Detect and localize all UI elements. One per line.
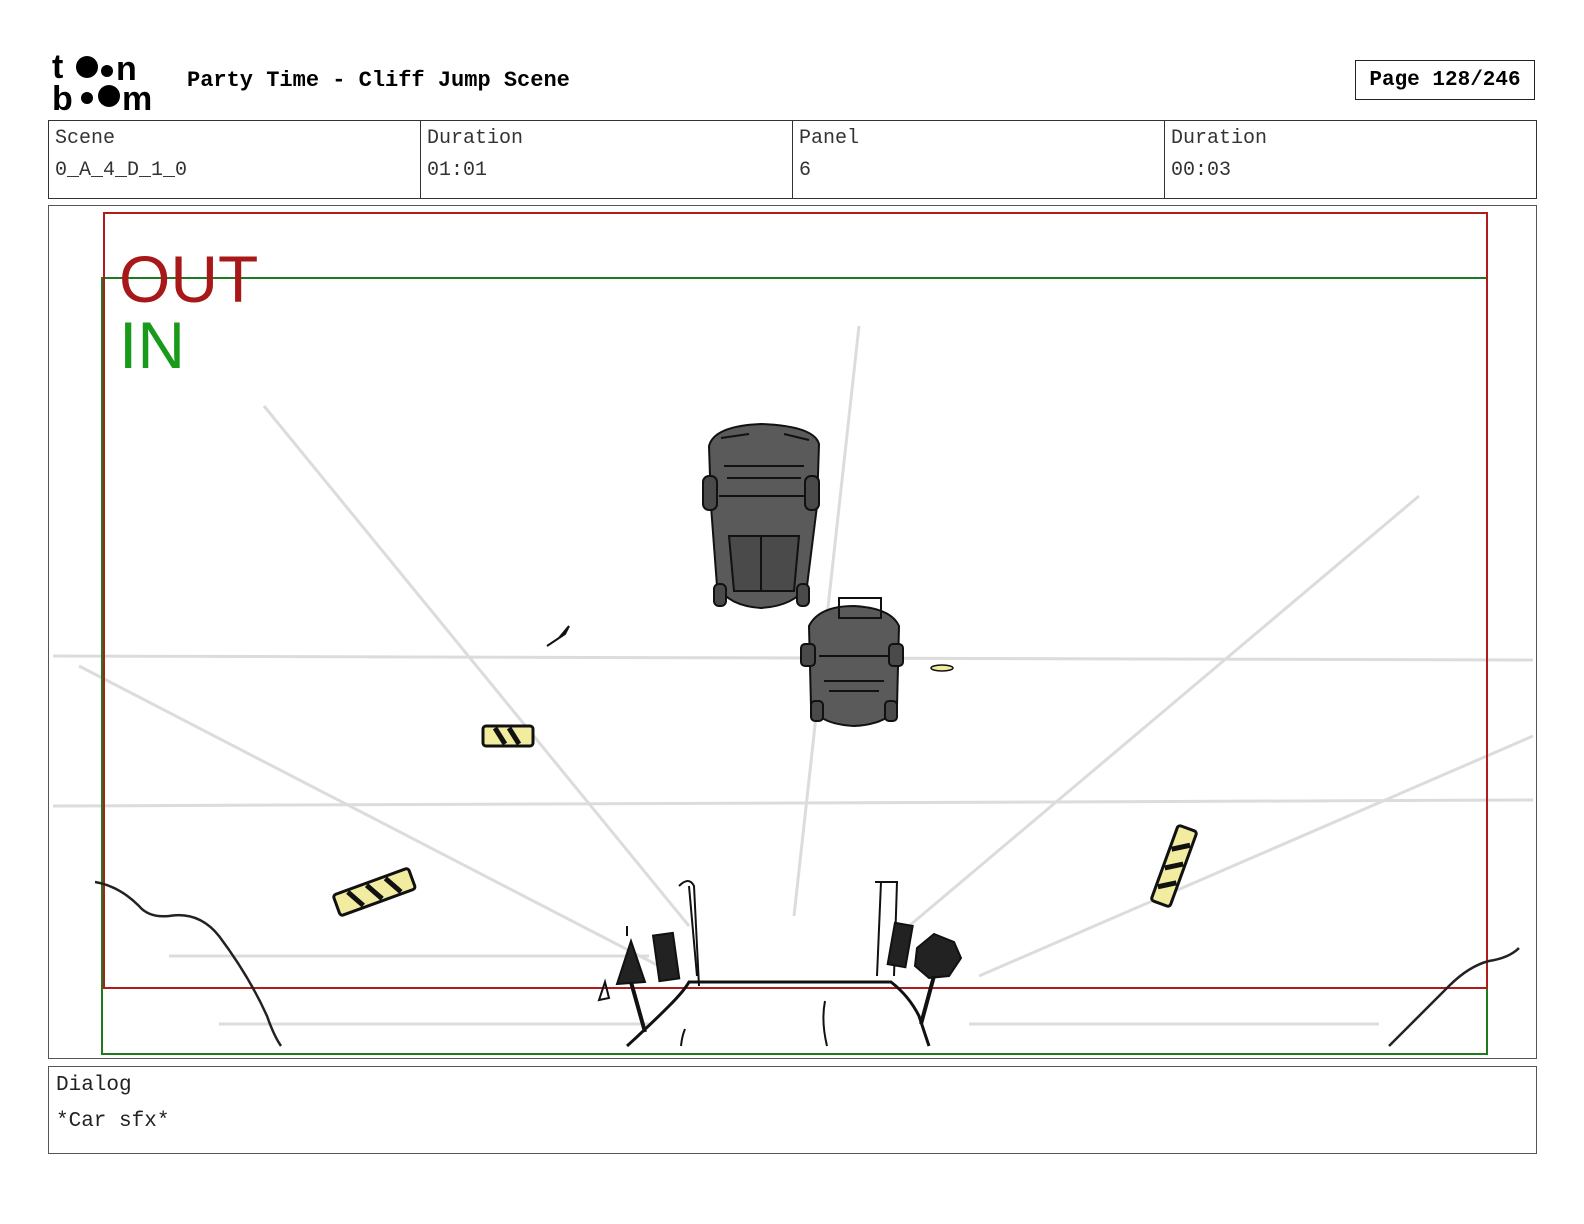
panel-value: 6	[799, 159, 812, 182]
in-label: IN	[119, 308, 185, 382]
barrier-piece-2	[332, 867, 417, 917]
panel-duration-label: Duration	[1171, 127, 1268, 150]
svg-text:m: m	[122, 80, 152, 112]
car-hood-foreground	[597, 880, 931, 1048]
page-indicator: Page 128/246	[1355, 60, 1535, 100]
scene-cell: Scene 0_A_4_D_1_0	[49, 121, 421, 198]
panel-label: Panel	[799, 127, 860, 150]
dialog-text: *Car sfx*	[56, 1110, 170, 1133]
panel-duration-cell: Duration 00:03	[1165, 121, 1536, 198]
panel-cell: Panel 6	[793, 121, 1165, 198]
scene-duration-label: Duration	[427, 127, 524, 150]
out-frame	[103, 212, 1488, 989]
toon-boom-logo-icon: t n b m	[52, 50, 152, 112]
seat-left	[651, 931, 681, 983]
seat-right	[886, 921, 914, 969]
barrier-piece-3	[1150, 824, 1198, 908]
debris-yellow	[930, 664, 954, 672]
mirror-right-stem	[919, 975, 936, 1025]
debris-shard	[546, 625, 570, 647]
panel-drawing: OUT IN	[52, 212, 1534, 1055]
storyboard-panel: OUT IN	[48, 205, 1537, 1059]
car-rear-icon	[800, 597, 904, 728]
scene-label: Scene	[55, 127, 116, 150]
barrier-piece-1	[481, 724, 535, 748]
scene-title: Party Time - Cliff Jump Scene	[187, 68, 570, 93]
mirror-right-icon	[913, 932, 963, 980]
panel-duration-value: 00:03	[1171, 159, 1232, 182]
cliff-right	[1388, 947, 1520, 1047]
in-frame	[101, 277, 1488, 1055]
scene-duration-value: 01:01	[427, 159, 488, 182]
scene-info-bar: Scene 0_A_4_D_1_0 Duration 01:01 Panel 6…	[48, 120, 1537, 199]
out-label: OUT	[119, 242, 258, 316]
dialog-label: Dialog	[56, 1074, 132, 1097]
dialog-box: Dialog *Car sfx*	[48, 1066, 1537, 1154]
car-front-icon	[702, 422, 821, 610]
svg-text:b: b	[52, 80, 73, 112]
scene-value: 0_A_4_D_1_0	[55, 159, 188, 182]
cliff-left	[94, 880, 283, 1047]
scene-duration-cell: Duration 01:01	[421, 121, 793, 198]
